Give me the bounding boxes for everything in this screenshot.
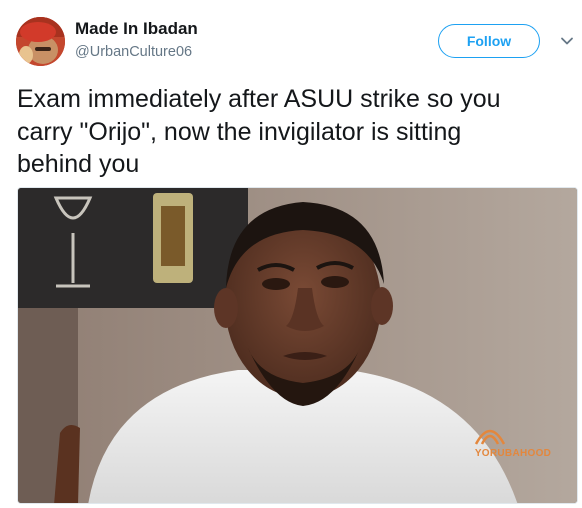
tweet-text: Exam immediately after ASUU strike so yo… xyxy=(17,85,501,178)
yorubahood-logo-icon xyxy=(474,429,506,445)
watermark-text: YORUBAHOOD xyxy=(474,448,552,459)
tweet-media-image[interactable]: YORUBAHOOD xyxy=(17,187,578,504)
yorubahood-watermark: YORUBAHOOD xyxy=(473,424,553,459)
avatar[interactable] xyxy=(16,17,65,66)
tweet-header: Made In Ibadan @UrbanCulture06 Follow xyxy=(0,0,582,76)
display-name[interactable]: Made In Ibadan xyxy=(75,19,198,39)
user-handle[interactable]: @UrbanCulture06 xyxy=(75,44,192,60)
chevron-down-icon[interactable] xyxy=(559,34,575,46)
follow-button[interactable]: Follow xyxy=(438,24,540,58)
